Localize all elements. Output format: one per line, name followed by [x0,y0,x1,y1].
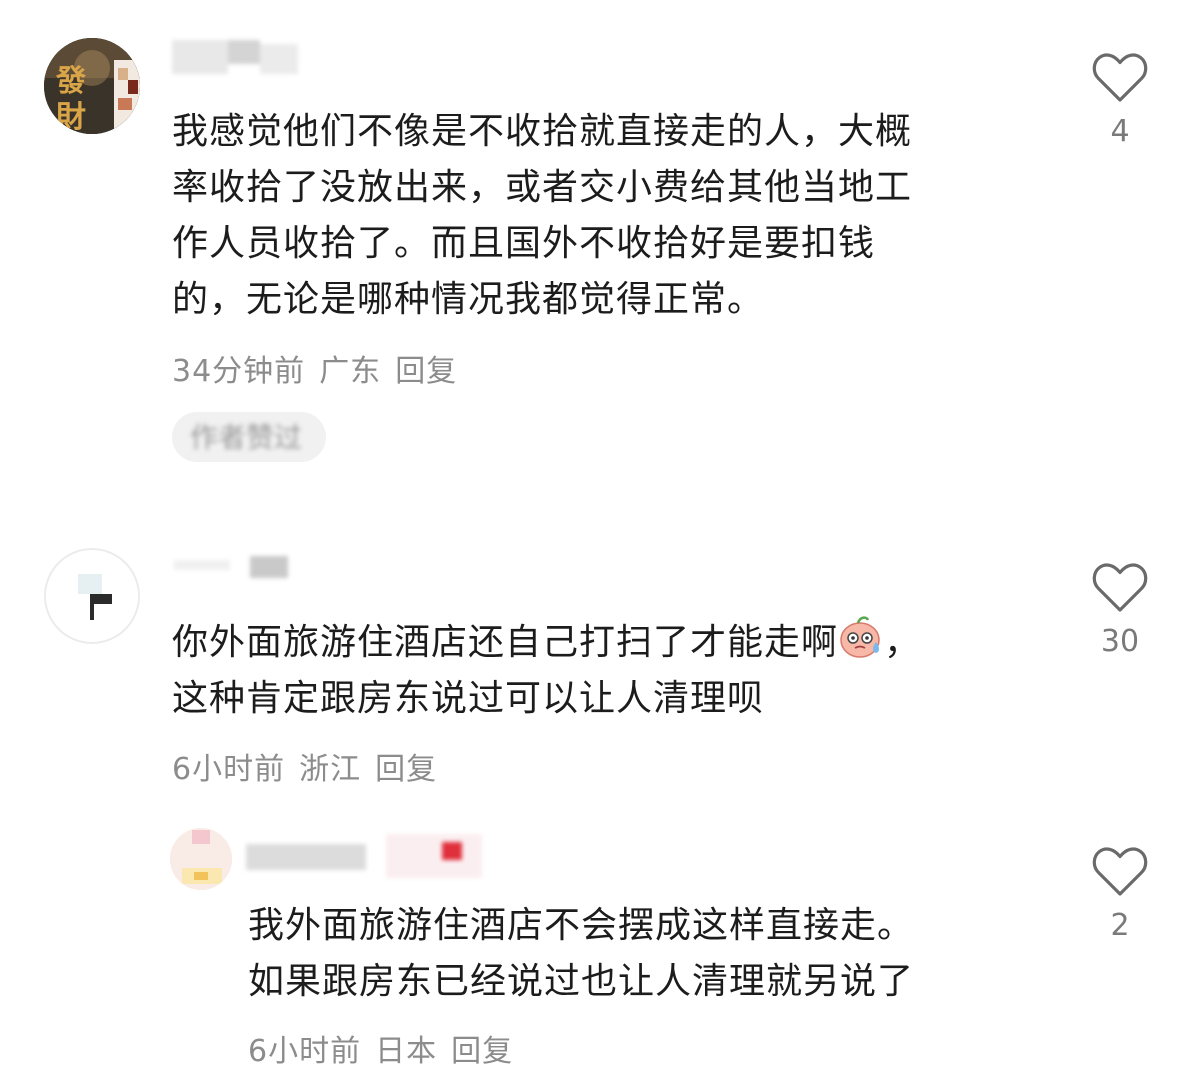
like-control[interactable]: 2 [1090,846,1150,943]
like-control[interactable]: 30 [1090,562,1150,659]
comment-time: 34分钟前 [172,354,306,389]
sweating-face-emoji-icon [840,616,880,658]
username[interactable] [246,834,482,878]
comment-text-part: 你外面旅游住酒店还自己打扫了才能走啊 [172,622,839,663]
username[interactable] [174,556,294,592]
like-count: 2 [1110,908,1130,943]
comment-text: 你外面旅游住酒店还自己打扫了才能走啊 ， 这种肯定跟房东说过可以让人清理呗 [172,614,921,727]
like-control[interactable]: 4 [1090,52,1150,149]
comment-text: 我感觉他们不像是不收拾就直接走的人，大概 率收拾了没放出来，或者交小费给其他当地… [172,111,913,320]
comment-meta: 6小时前 浙江 回复 [172,744,451,788]
like-count: 4 [1110,114,1130,149]
username[interactable] [172,40,298,76]
like-count: 30 [1100,624,1140,659]
avatar[interactable] [44,548,140,644]
comment-location: 日本 [375,1034,438,1069]
comment-text: 我外面旅游住酒店不会摆成这样直接走。 如果跟房东已经说过也让人清理就另说了 [248,905,915,1002]
heart-outline-icon[interactable] [1092,846,1148,898]
comment-meta: 34分钟前 广东 回复 [172,346,471,390]
avatar[interactable] [170,828,232,890]
author-liked-label: 作者赞过 [190,421,303,454]
comment-location: 浙江 [299,752,362,787]
comment-meta: 6小时前 日本 回复 [248,1026,527,1070]
heart-outline-icon[interactable] [1092,52,1148,104]
comment-time: 6小时前 [248,1034,362,1069]
reply-button[interactable]: 回复 [375,752,437,787]
reply-button[interactable]: 回复 [451,1034,513,1069]
avatar[interactable]: 發財 [44,38,140,134]
heart-outline-icon[interactable] [1092,562,1148,614]
reply-button[interactable]: 回复 [395,354,457,389]
comment-time: 6小时前 [172,752,286,787]
avatar-lettering: 發財 [56,64,86,134]
author-liked-badge: 作者赞过 [172,412,326,462]
comment-location: 广东 [319,354,382,389]
